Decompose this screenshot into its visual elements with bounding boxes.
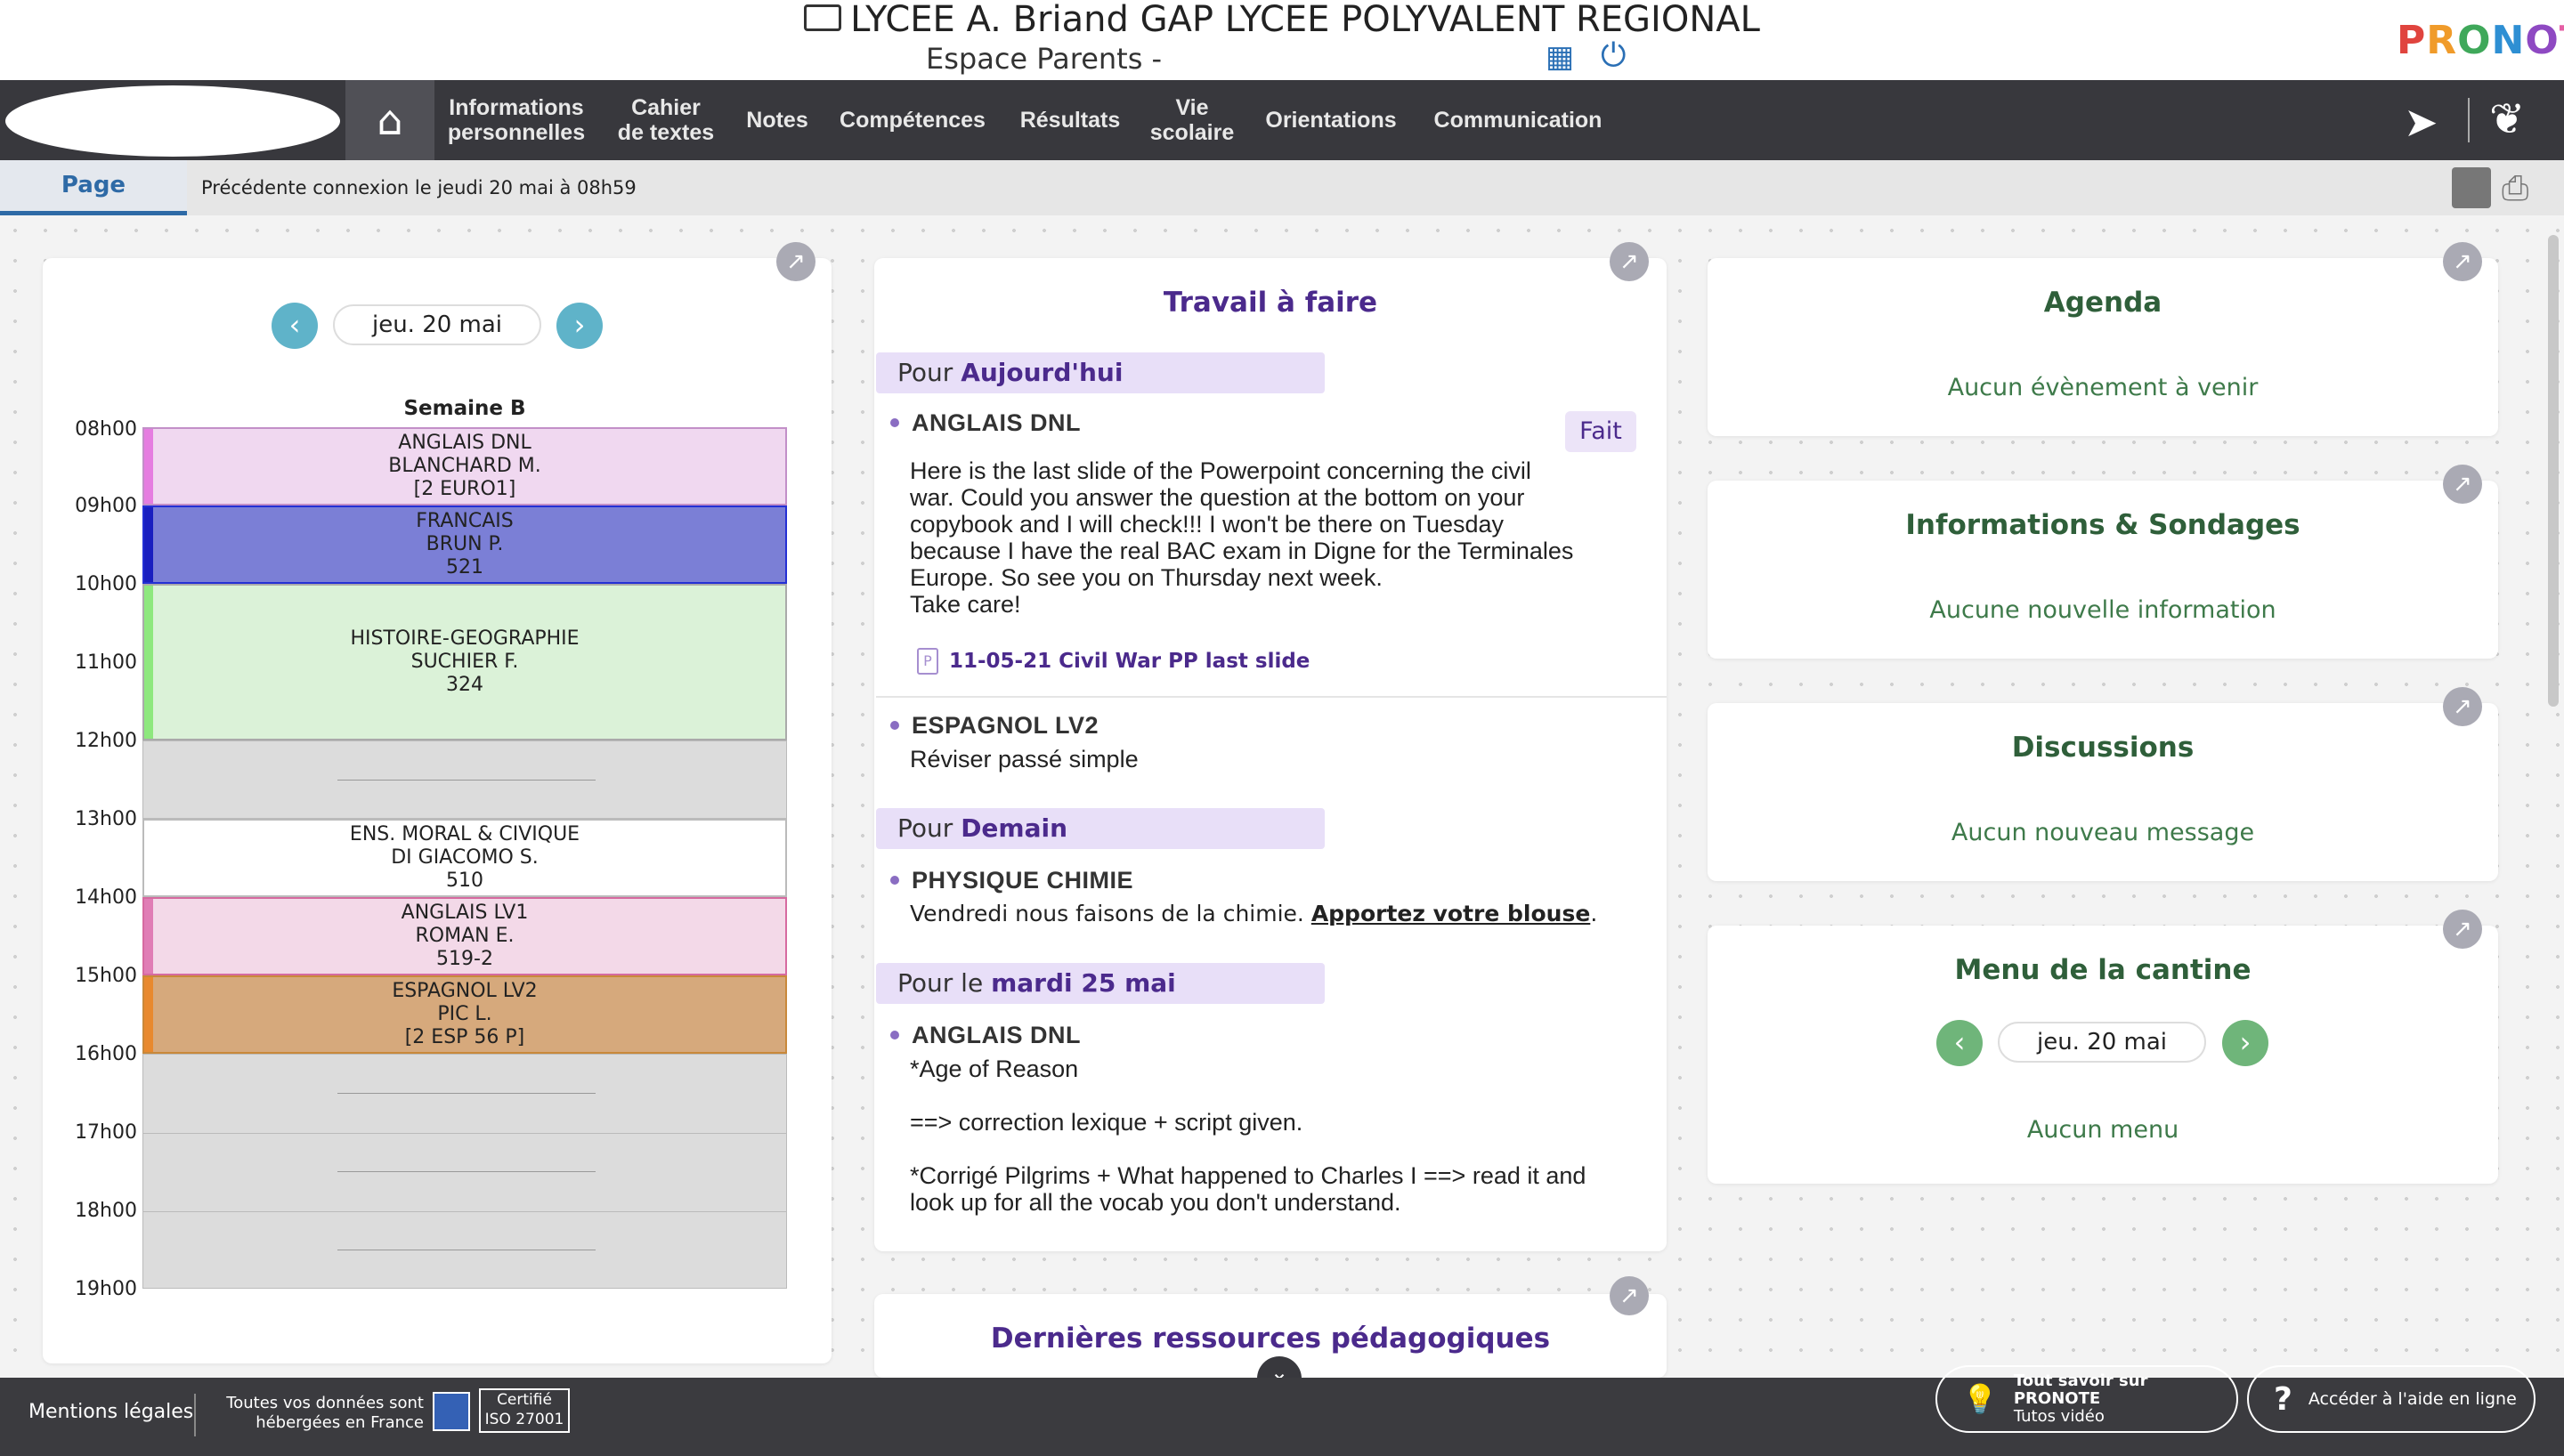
expand-icon[interactable]: ↗ xyxy=(2443,242,2482,281)
section-today: Pour Aujourd'hui xyxy=(876,352,1325,393)
scrollbar-thumb[interactable] xyxy=(2548,235,2559,707)
france-flag-icon xyxy=(433,1392,470,1431)
course-slot[interactable]: ANGLAIS DNL BLANCHARD M. [2 EURO1] xyxy=(142,427,787,506)
hour-label: 08h00 xyxy=(75,418,137,441)
legal-link[interactable]: Mentions légales xyxy=(28,1401,193,1423)
agenda-card xyxy=(1708,258,2498,436)
hour-label: 09h00 xyxy=(75,495,137,517)
school-title: LYCEE A. Briand GAP LYCEE POLYVALENT REG… xyxy=(0,0,2564,39)
tab-home[interactable]: Page d'accueil xyxy=(0,160,187,248)
agenda-empty: Aucun évènement à venir xyxy=(1947,374,2259,401)
hour-label: 13h00 xyxy=(75,808,137,830)
tutos-button[interactable]: 💡 Tout savoir sur PRONOTE Tutos vidéo xyxy=(1935,1365,2238,1433)
cantine-empty: Aucun menu xyxy=(2026,1116,2179,1144)
butterfly-icon[interactable]: ❦ xyxy=(2489,94,2525,144)
timetable-date[interactable]: jeu. 20 mai xyxy=(333,304,541,345)
nav-orientations[interactable]: Orientations xyxy=(1255,80,1407,160)
nav-resultats[interactable]: Résultats xyxy=(1010,80,1131,160)
done-badge[interactable]: Fait xyxy=(1565,411,1636,452)
homework-text: ==> correction lexique + script given. xyxy=(910,1109,1303,1136)
homework-text: *Corrigé Pilgrims + What happened to Cha… xyxy=(910,1162,1586,1189)
homework-subject: ESPAGNOL LV2 xyxy=(890,712,1099,740)
expand-icon[interactable]: ↗ xyxy=(2443,465,2482,504)
expand-icon[interactable]: ↗ xyxy=(776,242,815,281)
infos-card xyxy=(1708,481,2498,659)
nav-informations-personnelles[interactable]: Informations personnelles xyxy=(440,80,593,160)
lightbulb-icon: 💡 xyxy=(1962,1382,1998,1416)
homework-text: Vendredi nous faisons de la chimie. Appo… xyxy=(910,901,1598,926)
hour-label: 16h00 xyxy=(75,1043,137,1065)
homework-text: Réviser passé simple xyxy=(910,746,1139,772)
hour-label: 18h00 xyxy=(75,1200,137,1222)
homework-text: *Age of Reason xyxy=(910,1056,1079,1082)
infos-empty: Aucune nouvelle information xyxy=(1929,596,2276,624)
agenda-title: Agenda xyxy=(2043,287,2162,319)
space-label: Espace Parents - xyxy=(926,42,1163,76)
section-tuesday: Pour le mardi 25 mai xyxy=(876,963,1325,1004)
hour-label: 17h00 xyxy=(75,1121,137,1144)
divider xyxy=(876,696,1667,698)
nav-competences[interactable]: Compétences xyxy=(828,80,997,160)
homework-text: Here is the last slide of the Powerpoint… xyxy=(910,457,1574,618)
iso-badge: Certifié ISO 27001 xyxy=(479,1388,570,1433)
course-slot[interactable]: ENS. MORAL & CIVIQUE DI GIACOMO S. 510 xyxy=(142,819,787,897)
footer-separator xyxy=(194,1394,196,1436)
course-slot[interactable]: ANGLAIS LV1 ROMAN E. 519-2 xyxy=(142,897,787,975)
nav-cahier-de-textes[interactable]: Cahier de textes xyxy=(605,80,726,160)
course-slot[interactable]: ESPAGNOL LV2 PIC L. [2 ESP 56 P] xyxy=(142,975,787,1054)
save-icon[interactable] xyxy=(2452,167,2491,208)
power-icon[interactable]: ⏻ xyxy=(1601,39,1635,73)
hour-label: 10h00 xyxy=(75,573,137,595)
data-hosting: Toutes vos données sont hébergées en Fran… xyxy=(226,1394,424,1432)
question-icon: ? xyxy=(2274,1380,2292,1418)
send-message-icon[interactable]: ➤ xyxy=(2404,98,2438,146)
homework-subject: ANGLAIS DNL xyxy=(890,409,1081,437)
id-card-icon xyxy=(804,4,842,31)
course-slot[interactable]: FRANCAIS BRUN P. 521 xyxy=(142,506,787,584)
expand-icon[interactable]: ↗ xyxy=(2443,910,2482,949)
discussions-empty: Aucun nouveau message xyxy=(1951,819,2255,846)
prev-day-button[interactable]: ‹ xyxy=(272,303,318,349)
section-tomorrow: Pour Demain xyxy=(876,808,1325,849)
discussions-title: Discussions xyxy=(2011,732,2195,764)
print-pdf-icon[interactable]: ⎙ xyxy=(2502,167,2546,208)
nav-notes[interactable]: Notes xyxy=(735,80,819,160)
expand-icon[interactable]: ↗ xyxy=(2443,687,2482,726)
nav-separator xyxy=(2468,98,2470,142)
infos-title: Informations & Sondages xyxy=(1905,509,2300,541)
week-label: Semaine B xyxy=(403,397,526,420)
pronote-logo: PRONOTE xyxy=(2397,18,2564,63)
last-connection: Précédente connexion le jeudi 20 mai à 0… xyxy=(201,177,637,198)
hour-label: 19h00 xyxy=(75,1278,137,1300)
expand-icon[interactable]: ↗ xyxy=(1610,242,1649,281)
homework-text: look up for all the vocab you don't unde… xyxy=(910,1189,1401,1216)
discussions-card xyxy=(1708,703,2498,881)
course-slot[interactable]: HISTOIRE-GEOGRAPHIE SUCHIER F. 324 xyxy=(142,584,787,740)
empty-slot xyxy=(142,1054,787,1289)
homework-subject: PHYSIQUE CHIMIE xyxy=(890,867,1133,894)
hour-label: 11h00 xyxy=(75,651,137,674)
home-icon[interactable]: ⌂ xyxy=(345,80,434,160)
homework-title: Travail à faire xyxy=(1163,287,1378,319)
help-button[interactable]: ? Accéder à l'aide en ligne xyxy=(2247,1365,2536,1433)
attachment-link[interactable]: 11-05-21 Civil War PP last slide xyxy=(949,650,1310,673)
hour-label: 15h00 xyxy=(75,965,137,987)
expand-icon[interactable]: ↗ xyxy=(1610,1276,1649,1315)
hour-label: 14h00 xyxy=(75,886,137,909)
hour-label: 12h00 xyxy=(75,730,137,752)
file-icon: P xyxy=(917,648,938,675)
cantine-title: Menu de la cantine xyxy=(1954,954,2252,986)
next-day-button[interactable]: › xyxy=(556,303,603,349)
nav-communication[interactable]: Communication xyxy=(1419,80,1617,160)
homework-subject: ANGLAIS DNL xyxy=(890,1022,1081,1049)
user-name-box xyxy=(5,85,340,157)
prev-day-button[interactable]: ‹ xyxy=(1936,1020,1983,1066)
cantine-date[interactable]: jeu. 20 mai xyxy=(1998,1022,2206,1063)
nav-vie-scolaire[interactable]: Vie scolaire xyxy=(1143,80,1241,160)
empty-slot xyxy=(142,740,787,819)
homework-bold-link: Apportez votre blouse xyxy=(1310,901,1591,926)
qr-code-icon[interactable]: ▦ xyxy=(1546,41,1578,73)
resources-title: Dernières ressources pédagogiques xyxy=(990,1323,1551,1355)
next-day-button[interactable]: › xyxy=(2222,1020,2268,1066)
